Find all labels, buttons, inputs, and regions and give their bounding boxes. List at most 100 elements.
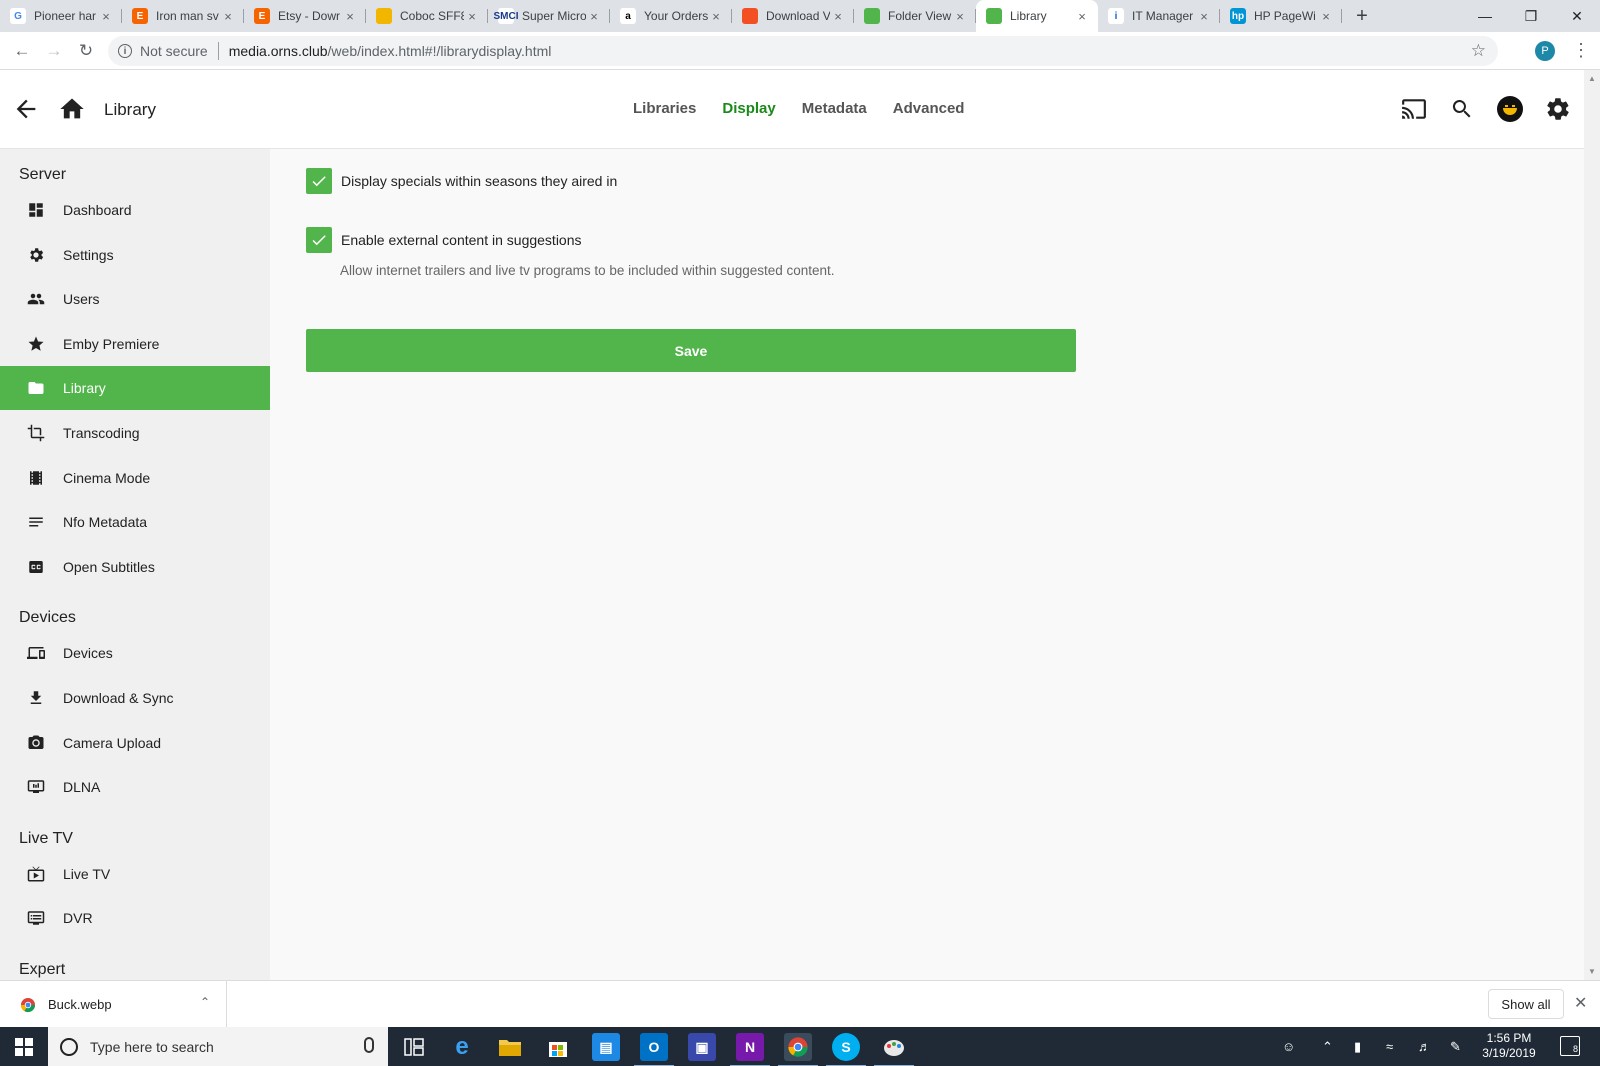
info-icon[interactable]: i bbox=[118, 44, 132, 58]
tab-display[interactable]: Display bbox=[722, 100, 775, 117]
onenote-icon[interactable]: N bbox=[730, 1033, 770, 1066]
sidebar-item-camera-upload[interactable]: Camera Upload bbox=[0, 721, 270, 765]
close-shelf-icon[interactable]: ✕ bbox=[1574, 993, 1587, 1013]
browser-tab[interactable]: hp HP PageWi × bbox=[1220, 0, 1342, 32]
show-hidden-icons[interactable]: ⌃ bbox=[1322, 1027, 1333, 1066]
skype-icon[interactable]: S bbox=[826, 1033, 866, 1066]
restore-button[interactable]: ❐ bbox=[1508, 0, 1554, 32]
close-window-button[interactable]: ✕ bbox=[1554, 0, 1600, 32]
external-content-checkbox[interactable] bbox=[306, 227, 332, 253]
browser-tab[interactable]: Library × bbox=[976, 0, 1098, 32]
app-header: Library Libraries Display Metadata Advanced bbox=[0, 70, 1584, 149]
tab-close-icon[interactable]: × bbox=[220, 9, 236, 24]
tab-close-icon[interactable]: × bbox=[586, 9, 602, 24]
tab-close-icon[interactable]: × bbox=[708, 9, 724, 24]
page-scrollbar[interactable]: ▲ ▼ bbox=[1584, 70, 1600, 980]
browser-tab[interactable]: i IT Manager × bbox=[1098, 0, 1220, 32]
volume-icon[interactable]: ♬ bbox=[1418, 1027, 1431, 1066]
home-icon[interactable] bbox=[58, 95, 86, 123]
lines-icon bbox=[26, 512, 46, 532]
people-icon[interactable]: ☺ bbox=[1282, 1027, 1295, 1066]
browser-tab[interactable]: Coboc SFF8 × bbox=[366, 0, 488, 32]
battery-icon[interactable]: ▮ bbox=[1354, 1027, 1361, 1066]
sidebar-item-users[interactable]: Users bbox=[0, 277, 270, 321]
download-item[interactable]: Buck.webp ⌃ bbox=[0, 981, 227, 1028]
sidebar-item-dashboard[interactable]: Dashboard bbox=[0, 188, 270, 232]
sidebar-item-transcoding[interactable]: Transcoding bbox=[0, 411, 270, 455]
sidebar-item-dlna[interactable]: DLNA bbox=[0, 765, 270, 809]
browser-tab[interactable]: SMCI Super Micro × bbox=[488, 0, 610, 32]
user-avatar-icon[interactable] bbox=[1495, 94, 1525, 124]
sidebar-item-settings[interactable]: Settings bbox=[0, 233, 270, 277]
tab-close-icon[interactable]: × bbox=[98, 9, 114, 24]
back-button[interactable]: ← bbox=[6, 35, 38, 67]
sidebar-item-nfo-metadata[interactable]: Nfo Metadata bbox=[0, 500, 270, 544]
save-button[interactable]: Save bbox=[306, 329, 1076, 372]
sidebar-item-download-sync[interactable]: Download & Sync bbox=[0, 676, 270, 720]
chrome-taskbar-icon[interactable] bbox=[778, 1033, 818, 1066]
tab-close-icon[interactable]: × bbox=[830, 9, 846, 24]
task-view-icon[interactable] bbox=[400, 1033, 428, 1061]
profile-avatar[interactable]: P bbox=[1535, 41, 1555, 61]
sidebar-item-live-tv[interactable]: Live TV bbox=[0, 852, 270, 896]
pen-icon[interactable]: ✎ bbox=[1450, 1027, 1461, 1066]
tab-close-icon[interactable]: × bbox=[952, 9, 968, 24]
sidebar-item-dvr[interactable]: DVR bbox=[0, 896, 270, 940]
cast-icon[interactable] bbox=[1399, 94, 1429, 124]
browser-tab[interactable]: G Pioneer har × bbox=[0, 0, 122, 32]
new-tab-button[interactable]: + bbox=[1348, 0, 1376, 32]
tab-advanced[interactable]: Advanced bbox=[893, 100, 965, 117]
forward-button[interactable]: → bbox=[38, 35, 70, 67]
paint-icon[interactable] bbox=[874, 1033, 914, 1066]
sidebar-item-cinema-mode[interactable]: Cinema Mode bbox=[0, 456, 270, 500]
browser-menu-icon[interactable]: ⋮ bbox=[1572, 40, 1590, 61]
wifi-icon[interactable]: ≈ bbox=[1386, 1027, 1393, 1066]
browser-tab[interactable]: E Iron man sv × bbox=[122, 0, 244, 32]
tab-close-icon[interactable]: × bbox=[1074, 9, 1090, 24]
tab-close-icon[interactable]: × bbox=[342, 9, 358, 24]
url-field[interactable]: i Not secure media.orns.club /web/index.… bbox=[108, 36, 1498, 66]
minimize-button[interactable]: — bbox=[1462, 0, 1508, 32]
scroll-down-arrow-icon[interactable]: ▼ bbox=[1588, 967, 1596, 976]
windows-start-icon[interactable] bbox=[0, 1027, 48, 1066]
sidebar-item-library[interactable]: Library bbox=[0, 366, 270, 411]
taskbar-search-box[interactable]: Type here to search bbox=[48, 1027, 388, 1066]
app-icon-blue[interactable]: ▤ bbox=[592, 1033, 620, 1061]
remote-desktop-icon[interactable]: ▣ bbox=[688, 1033, 716, 1061]
tab-close-icon[interactable]: × bbox=[464, 9, 480, 24]
display-specials-checkbox[interactable] bbox=[306, 168, 332, 194]
sidebar-item-label: Dashboard bbox=[63, 202, 132, 218]
browser-tab[interactable]: Folder View × bbox=[854, 0, 976, 32]
reload-button[interactable]: ↻ bbox=[70, 35, 102, 67]
outlook-icon[interactable]: O bbox=[634, 1033, 674, 1066]
file-explorer-icon[interactable] bbox=[496, 1033, 524, 1061]
tab-title: IT Manager bbox=[1132, 9, 1194, 23]
bookmark-star-icon[interactable]: ☆ bbox=[1471, 41, 1486, 61]
browser-tab[interactable]: a Your Orders × bbox=[610, 0, 732, 32]
sidebar-item-open-subtitles[interactable]: Open Subtitles bbox=[0, 545, 270, 589]
chevron-up-icon[interactable]: ⌃ bbox=[200, 995, 210, 1009]
tab-metadata[interactable]: Metadata bbox=[802, 100, 867, 117]
search-icon[interactable] bbox=[1447, 94, 1477, 124]
page-title: Library bbox=[104, 100, 156, 119]
display-specials-row[interactable]: Display specials within seasons they air… bbox=[306, 168, 617, 194]
edge-browser-icon[interactable]: e bbox=[448, 1033, 476, 1061]
show-all-button[interactable]: Show all bbox=[1488, 989, 1564, 1019]
external-content-help-text: Allow internet trailers and live tv prog… bbox=[340, 263, 835, 278]
microphone-icon[interactable] bbox=[364, 1037, 374, 1053]
tab-close-icon[interactable]: × bbox=[1196, 9, 1212, 24]
tab-close-icon[interactable]: × bbox=[1318, 9, 1334, 24]
action-center-icon[interactable]: 8 bbox=[1560, 1036, 1580, 1056]
browser-tab-strip: G Pioneer har × E Iron man sv × E Etsy - Dowr × C… bbox=[0, 0, 1600, 32]
taskbar-clock[interactable]: 1:56 PM 3/19/2019 bbox=[1478, 1031, 1540, 1061]
external-content-row[interactable]: Enable external content in suggestions bbox=[306, 227, 582, 253]
app-back-arrow-icon[interactable] bbox=[12, 95, 40, 123]
store-icon[interactable] bbox=[544, 1033, 572, 1061]
settings-gear-icon[interactable] bbox=[1543, 94, 1573, 124]
browser-tab[interactable]: Download V × bbox=[732, 0, 854, 32]
scroll-up-arrow-icon[interactable]: ▲ bbox=[1588, 74, 1596, 83]
tab-libraries[interactable]: Libraries bbox=[633, 100, 696, 117]
sidebar-item-devices[interactable]: Devices bbox=[0, 631, 270, 675]
sidebar-item-emby-premiere[interactable]: Emby Premiere bbox=[0, 322, 270, 366]
browser-tab[interactable]: E Etsy - Dowr × bbox=[244, 0, 366, 32]
